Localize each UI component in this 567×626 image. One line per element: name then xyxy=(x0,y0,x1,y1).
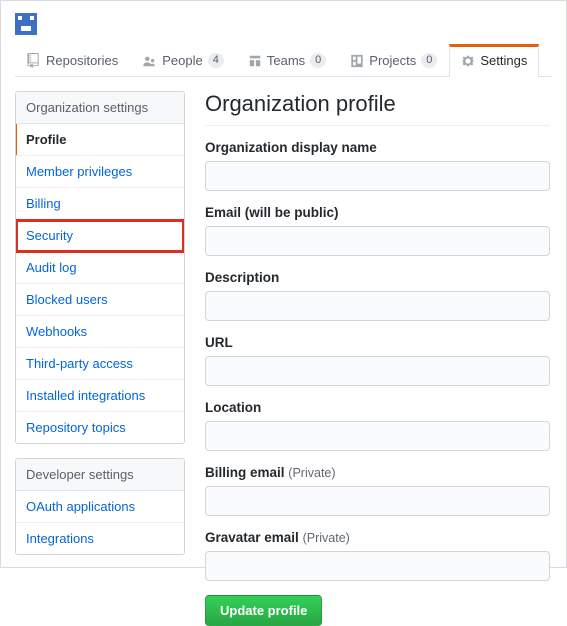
developer-settings-menu: Developer settings OAuth applications In… xyxy=(15,458,185,555)
email-label: Email (will be public) xyxy=(205,205,550,220)
org-avatar[interactable] xyxy=(15,13,37,35)
people-icon xyxy=(142,54,157,68)
menu-header: Organization settings xyxy=(16,92,184,124)
billing-email-input[interactable] xyxy=(205,486,550,516)
tab-teams[interactable]: Teams 0 xyxy=(236,44,338,77)
tab-count: 0 xyxy=(310,53,326,68)
display-name-label: Organization display name xyxy=(205,140,550,155)
location-input[interactable] xyxy=(205,421,550,451)
update-profile-button[interactable]: Update profile xyxy=(205,595,322,626)
description-label: Description xyxy=(205,270,550,285)
url-input[interactable] xyxy=(205,356,550,386)
sidebar-item-member-privileges[interactable]: Member privileges xyxy=(16,156,184,188)
gravatar-email-input[interactable] xyxy=(205,551,550,581)
gravatar-email-label: Gravatar email (Private) xyxy=(205,530,550,545)
sidebar-item-integrations[interactable]: Integrations xyxy=(16,523,184,554)
main-content: Organization profile Organization displa… xyxy=(205,91,552,626)
sidebar-item-oauth-applications[interactable]: OAuth applications xyxy=(16,491,184,523)
sidebar-item-repository-topics[interactable]: Repository topics xyxy=(16,412,184,443)
billing-email-label: Billing email (Private) xyxy=(205,465,550,480)
page-title: Organization profile xyxy=(205,91,550,126)
org-settings-menu: Organization settings Profile Member pri… xyxy=(15,91,185,444)
url-label: URL xyxy=(205,335,550,350)
tab-label: People xyxy=(162,53,202,68)
menu-header: Developer settings xyxy=(16,459,184,491)
tab-label: Projects xyxy=(369,53,416,68)
tab-people[interactable]: People 4 xyxy=(130,44,236,77)
settings-sidebar: Organization settings Profile Member pri… xyxy=(15,91,185,626)
tab-repositories[interactable]: Repositories xyxy=(15,44,130,77)
sidebar-item-third-party-access[interactable]: Third-party access xyxy=(16,348,184,380)
tab-label: Repositories xyxy=(46,53,118,68)
tab-label: Teams xyxy=(267,53,305,68)
description-input[interactable] xyxy=(205,291,550,321)
tab-count: 4 xyxy=(208,53,224,68)
sidebar-item-installed-integrations[interactable]: Installed integrations xyxy=(16,380,184,412)
sidebar-item-audit-log[interactable]: Audit log xyxy=(16,252,184,284)
tab-label: Settings xyxy=(480,53,527,68)
tab-count: 0 xyxy=(421,53,437,68)
org-tabnav: Repositories People 4 Teams 0 Projects 0 xyxy=(15,43,552,77)
display-name-input[interactable] xyxy=(205,161,550,191)
email-input[interactable] xyxy=(205,226,550,256)
sidebar-item-security[interactable]: Security xyxy=(16,220,184,252)
gear-icon xyxy=(461,54,475,68)
repo-icon xyxy=(27,53,41,68)
sidebar-item-blocked-users[interactable]: Blocked users xyxy=(16,284,184,316)
tab-projects[interactable]: Projects 0 xyxy=(338,44,449,77)
location-label: Location xyxy=(205,400,550,415)
tab-settings[interactable]: Settings xyxy=(449,44,539,77)
sidebar-item-webhooks[interactable]: Webhooks xyxy=(16,316,184,348)
sidebar-item-profile[interactable]: Profile xyxy=(16,124,184,156)
projects-icon xyxy=(350,54,364,68)
teams-icon xyxy=(248,54,262,68)
sidebar-item-billing[interactable]: Billing xyxy=(16,188,184,220)
